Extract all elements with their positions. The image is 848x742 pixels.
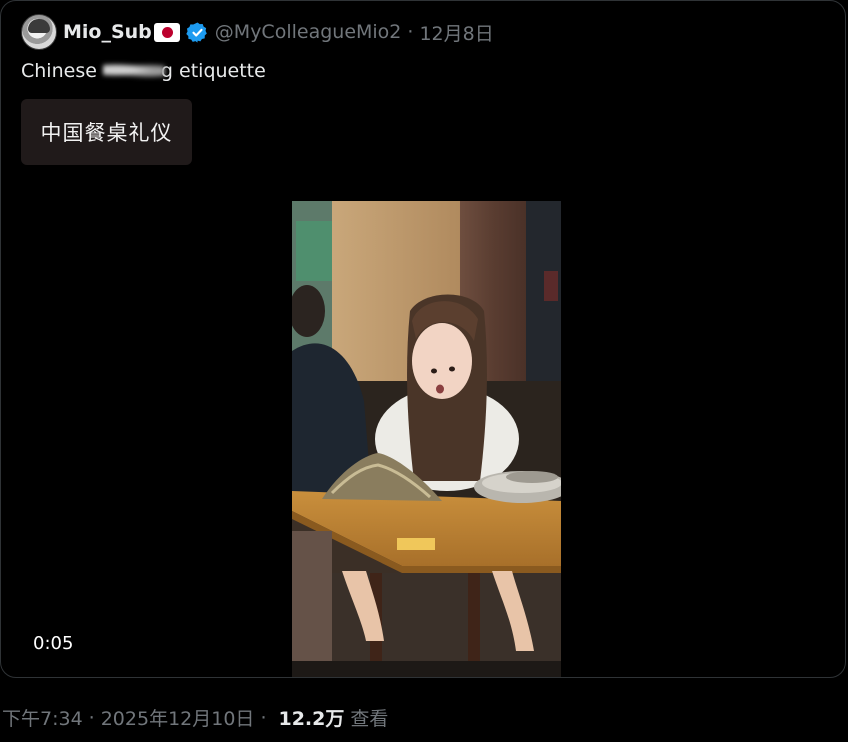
blurred-word bbox=[102, 61, 165, 79]
tweet-text: Chinese g etiquette bbox=[21, 60, 266, 82]
video-frame bbox=[292, 201, 561, 677]
tweet-text-end: g etiquette bbox=[160, 60, 266, 82]
meta-separator: · bbox=[88, 706, 95, 729]
header-separator: · bbox=[407, 21, 414, 43]
quoted-tweet-card[interactable]: Mio_Sub @MyColleagueMio2 · 12月8日 Chinese… bbox=[0, 0, 846, 678]
video-player[interactable] bbox=[292, 201, 561, 677]
tweet-text-start: Chinese bbox=[21, 60, 97, 82]
views-label: 查看 bbox=[350, 708, 389, 730]
tweet-header: Mio_Sub @MyColleagueMio2 · 12月8日 bbox=[21, 14, 494, 50]
video-caption-box: 中国餐桌礼仪 bbox=[21, 99, 192, 165]
author-display-name[interactable]: Mio_Sub bbox=[63, 21, 152, 43]
meta-separator: · bbox=[260, 706, 267, 729]
video-duration-badge: 0:05 bbox=[24, 631, 83, 656]
verified-badge-icon[interactable] bbox=[186, 21, 209, 44]
japan-flag-icon bbox=[153, 22, 180, 42]
views-count[interactable]: 12.2万 bbox=[278, 704, 344, 731]
tweet-date[interactable]: 12月8日 bbox=[419, 19, 493, 46]
tweet-meta: 下午7:34 · 2025年12月10日 · 12.2万 查看 bbox=[2, 704, 388, 731]
post-date[interactable]: 2025年12月10日 bbox=[101, 704, 255, 731]
post-time[interactable]: 下午7:34 bbox=[2, 704, 83, 731]
author-avatar[interactable] bbox=[21, 14, 57, 50]
author-handle[interactable]: @MyColleagueMio2 bbox=[215, 21, 402, 43]
